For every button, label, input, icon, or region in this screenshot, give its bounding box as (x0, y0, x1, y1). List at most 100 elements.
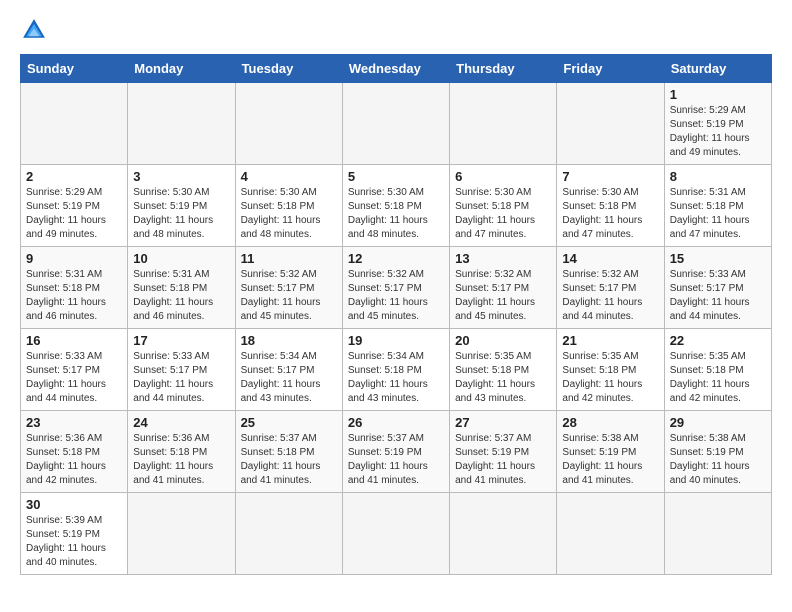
day-info: Sunrise: 5:30 AMSunset: 5:18 PMDaylight:… (455, 186, 551, 242)
day-info: Sunrise: 5:30 AMSunset: 5:18 PMDaylight:… (562, 186, 658, 242)
calendar-row-4: 23 Sunrise: 5:36 AMSunset: 5:18 PMDayligh… (21, 411, 772, 493)
calendar-cell: 25Sunrise: 5:37 AMSunset: 5:18 PMDayligh… (235, 411, 342, 493)
calendar-cell: 22 Sunrise: 5:35 AMSunset: 5:18 PMDayligh… (664, 329, 771, 411)
day-number: 19 (348, 333, 444, 348)
day-info: Sunrise: 5:33 AMSunset: 5:17 PMDaylight:… (26, 350, 122, 406)
calendar-cell (342, 493, 449, 575)
calendar-cell: 18 Sunrise: 5:34 AMSunset: 5:17 PMDayligh… (235, 329, 342, 411)
day-info: Sunrise: 5:34 AMSunset: 5:17 PMDaylight:… (241, 350, 337, 406)
day-info: Sunrise: 5:36 AMSunset: 5:18 PMDaylight:… (133, 432, 229, 488)
day-info: Sunrise: 5:35 AMSunset: 5:18 PMDaylight:… (670, 350, 766, 406)
day-info: Sunrise: 5:35 AMSunset: 5:18 PMDaylight:… (562, 350, 658, 406)
day-number: 17 (133, 333, 229, 348)
day-number: 18 (241, 333, 337, 348)
calendar-cell: 12 Sunrise: 5:32 AMSunset: 5:17 PMDayligh… (342, 247, 449, 329)
day-number: 26 (348, 415, 444, 430)
day-number: 15 (670, 251, 766, 266)
day-number: 28 (562, 415, 658, 430)
calendar-cell (450, 83, 557, 165)
weekday-header-sunday: Sunday (21, 55, 128, 83)
day-number: 22 (670, 333, 766, 348)
calendar-row-1: 2Sunrise: 5:29 AMSunset: 5:19 PMDaylight… (21, 165, 772, 247)
day-info: Sunrise: 5:38 AMSunset: 5:19 PMDaylight:… (670, 432, 766, 488)
day-info: Sunrise: 5:33 AMSunset: 5:17 PMDaylight:… (670, 268, 766, 324)
calendar-cell: 27 Sunrise: 5:37 AMSunset: 5:19 PMDayligh… (450, 411, 557, 493)
calendar-cell: 17 Sunrise: 5:33 AMSunset: 5:17 PMDayligh… (128, 329, 235, 411)
weekday-header-row: SundayMondayTuesdayWednesdayThursdayFrid… (21, 55, 772, 83)
day-info: Sunrise: 5:39 AMSunset: 5:19 PMDaylight:… (26, 514, 122, 570)
calendar-cell: 1 Sunrise: 5:29 AMSunset: 5:19 PMDaylight… (664, 83, 771, 165)
calendar-cell (450, 493, 557, 575)
calendar-cell: 29 Sunrise: 5:38 AMSunset: 5:19 PMDayligh… (664, 411, 771, 493)
calendar-cell: 13 Sunrise: 5:32 AMSunset: 5:17 PMDayligh… (450, 247, 557, 329)
day-info: Sunrise: 5:35 AMSunset: 5:18 PMDaylight:… (455, 350, 551, 406)
weekday-header-friday: Friday (557, 55, 664, 83)
day-info: Sunrise: 5:31 AMSunset: 5:18 PMDaylight:… (670, 186, 766, 242)
day-info: Sunrise: 5:30 AMSunset: 5:18 PMDaylight:… (241, 186, 337, 242)
day-info: Sunrise: 5:37 AMSunset: 5:19 PMDaylight:… (455, 432, 551, 488)
day-info: Sunrise: 5:34 AMSunset: 5:18 PMDaylight:… (348, 350, 444, 406)
day-info: Sunrise: 5:37 AMSunset: 5:19 PMDaylight:… (348, 432, 444, 488)
calendar-cell (235, 493, 342, 575)
weekday-header-monday: Monday (128, 55, 235, 83)
day-number: 14 (562, 251, 658, 266)
calendar-cell: 21Sunrise: 5:35 AMSunset: 5:18 PMDayligh… (557, 329, 664, 411)
day-number: 11 (241, 251, 337, 266)
day-info: Sunrise: 5:33 AMSunset: 5:17 PMDaylight:… (133, 350, 229, 406)
day-number: 20 (455, 333, 551, 348)
weekday-header-wednesday: Wednesday (342, 55, 449, 83)
logo (20, 16, 52, 44)
day-number: 16 (26, 333, 122, 348)
day-info: Sunrise: 5:32 AMSunset: 5:17 PMDaylight:… (241, 268, 337, 324)
calendar-cell: 26 Sunrise: 5:37 AMSunset: 5:19 PMDayligh… (342, 411, 449, 493)
weekday-header-saturday: Saturday (664, 55, 771, 83)
weekday-header-tuesday: Tuesday (235, 55, 342, 83)
calendar-table: SundayMondayTuesdayWednesdayThursdayFrid… (20, 54, 772, 575)
calendar-cell: 23 Sunrise: 5:36 AMSunset: 5:18 PMDayligh… (21, 411, 128, 493)
day-number: 9 (26, 251, 122, 266)
day-number: 24 (133, 415, 229, 430)
calendar-cell: 3 Sunrise: 5:30 AMSunset: 5:19 PMDaylight… (128, 165, 235, 247)
calendar-cell: 8 Sunrise: 5:31 AMSunset: 5:18 PMDaylight… (664, 165, 771, 247)
day-number: 1 (670, 87, 766, 102)
day-info: Sunrise: 5:31 AMSunset: 5:18 PMDaylight:… (26, 268, 122, 324)
calendar-cell: 20 Sunrise: 5:35 AMSunset: 5:18 PMDayligh… (450, 329, 557, 411)
calendar-cell: 30 Sunrise: 5:39 AMSunset: 5:19 PMDayligh… (21, 493, 128, 575)
day-number: 2 (26, 169, 122, 184)
day-number: 3 (133, 169, 229, 184)
calendar-row-0: 1 Sunrise: 5:29 AMSunset: 5:19 PMDaylight… (21, 83, 772, 165)
day-info: Sunrise: 5:32 AMSunset: 5:17 PMDaylight:… (562, 268, 658, 324)
calendar-cell: 6Sunrise: 5:30 AMSunset: 5:18 PMDaylight… (450, 165, 557, 247)
day-number: 25 (241, 415, 337, 430)
calendar-cell (557, 83, 664, 165)
calendar-cell: 14 Sunrise: 5:32 AMSunset: 5:17 PMDayligh… (557, 247, 664, 329)
day-info: Sunrise: 5:29 AMSunset: 5:19 PMDaylight:… (670, 104, 766, 160)
calendar-cell: 7 Sunrise: 5:30 AMSunset: 5:18 PMDaylight… (557, 165, 664, 247)
day-number: 12 (348, 251, 444, 266)
calendar-cell (664, 493, 771, 575)
day-number: 27 (455, 415, 551, 430)
header (20, 16, 772, 44)
day-number: 23 (26, 415, 122, 430)
day-info: Sunrise: 5:30 AMSunset: 5:19 PMDaylight:… (133, 186, 229, 242)
calendar-row-5: 30 Sunrise: 5:39 AMSunset: 5:19 PMDayligh… (21, 493, 772, 575)
day-number: 4 (241, 169, 337, 184)
calendar-cell: 9 Sunrise: 5:31 AMSunset: 5:18 PMDaylight… (21, 247, 128, 329)
calendar-cell: 10 Sunrise: 5:31 AMSunset: 5:18 PMDayligh… (128, 247, 235, 329)
page-container: SundayMondayTuesdayWednesdayThursdayFrid… (20, 16, 772, 575)
day-info: Sunrise: 5:31 AMSunset: 5:18 PMDaylight:… (133, 268, 229, 324)
day-number: 10 (133, 251, 229, 266)
day-info: Sunrise: 5:36 AMSunset: 5:18 PMDaylight:… (26, 432, 122, 488)
day-info: Sunrise: 5:38 AMSunset: 5:19 PMDaylight:… (562, 432, 658, 488)
calendar-cell (342, 83, 449, 165)
day-info: Sunrise: 5:32 AMSunset: 5:17 PMDaylight:… (348, 268, 444, 324)
day-info: Sunrise: 5:32 AMSunset: 5:17 PMDaylight:… (455, 268, 551, 324)
day-number: 8 (670, 169, 766, 184)
day-info: Sunrise: 5:30 AMSunset: 5:18 PMDaylight:… (348, 186, 444, 242)
calendar-row-2: 9 Sunrise: 5:31 AMSunset: 5:18 PMDaylight… (21, 247, 772, 329)
day-number: 7 (562, 169, 658, 184)
day-number: 29 (670, 415, 766, 430)
day-number: 13 (455, 251, 551, 266)
calendar-cell: 16 Sunrise: 5:33 AMSunset: 5:17 PMDayligh… (21, 329, 128, 411)
day-number: 30 (26, 497, 122, 512)
